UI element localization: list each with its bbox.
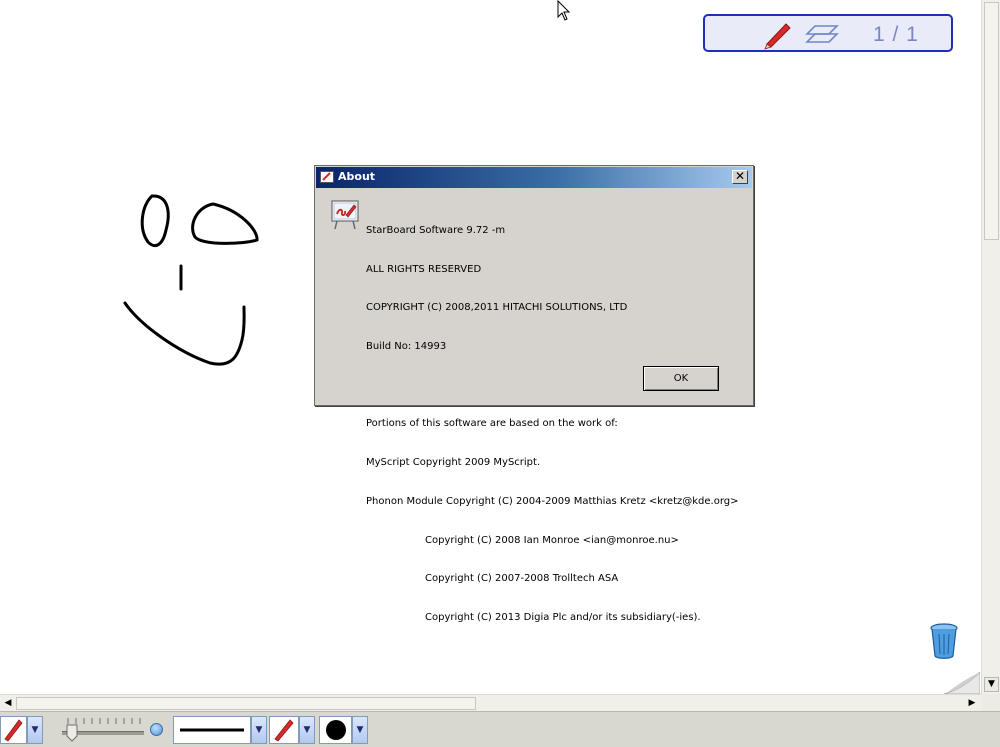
bottom-toolbar: ▼ ▼ ▼ ▼ [0,711,1000,747]
ok-button[interactable]: OK [643,366,719,391]
trash-icon[interactable] [928,620,960,664]
credit-monroe: Copyright (C) 2008 Ian Monroe <ian@monro… [425,534,679,546]
rights-reserved: ALL RIGHTS RESERVED [366,263,482,275]
portions-heading: Portions of this software are based on t… [366,418,618,430]
pen-tool-button[interactable] [0,716,27,744]
drawn-right-eye [191,202,259,245]
starboard-app-icon [331,200,359,234]
dialog-title: About [338,170,376,183]
credit-myscript: MyScript Copyright 2009 MyScript. [366,457,541,469]
credit-digia: Copyright (C) 2013 Digia Plc and/or its … [425,611,701,623]
drawn-mouth [123,301,246,366]
scroll-right-arrow-icon[interactable]: ▶ [965,696,979,711]
pen-tool-dropdown-arrow-icon[interactable]: ▼ [27,716,43,744]
starboard-title-icon [320,170,334,189]
close-button[interactable]: ✕ [732,170,748,184]
about-dialog: About ✕ StarBoard Software 9.72 -m ALL R… [314,165,754,623]
drawn-left-eye [140,194,170,247]
line-style-dropdown-arrow-icon[interactable]: ▼ [251,716,267,744]
about-text: StarBoard Software 9.72 -m ALL RIGHTS RE… [366,199,739,651]
product-version: StarBoard Software 9.72 -m [366,224,506,236]
dialog-titlebar[interactable]: About ✕ [316,167,752,188]
copyright-hitachi: COPYRIGHT (C) 2008,2011 HITACHI SOLUTION… [366,302,628,314]
scrollbar-corner [981,694,1000,711]
build-number: Build No: 14993 [366,340,447,352]
width-slider-thumb[interactable] [66,724,78,742]
pen-icon[interactable] [761,20,795,54]
horizontal-scrollbar[interactable]: ◀ ▶ [0,694,981,712]
pen-color-button[interactable] [269,716,299,744]
vertical-scroll-thumb[interactable] [984,2,999,240]
page-indicator-panel: 1 / 1 [703,14,953,52]
pen-size-button[interactable] [319,716,352,744]
width-preview-dot-icon [150,723,163,736]
scroll-down-arrow-icon[interactable]: ▼ [984,677,999,692]
page-curl-icon[interactable] [943,670,981,698]
vertical-scrollbar[interactable]: ▼ [981,0,1000,694]
credit-phonon: Phonon Module Copyright (C) 2004-2009 Ma… [366,495,739,507]
pen-color-dropdown-arrow-icon[interactable]: ▼ [299,716,315,744]
line-style-button[interactable] [173,716,251,744]
mouse-cursor-icon [557,0,571,26]
page-number-label: 1 / 1 [873,23,919,46]
horizontal-scroll-thumb[interactable] [16,697,476,710]
pen-size-dropdown-arrow-icon[interactable]: ▼ [352,716,368,744]
scroll-left-arrow-icon[interactable]: ◀ [1,696,15,711]
credit-trolltech: Copyright (C) 2007-2008 Trolltech ASA [425,573,619,585]
layers-icon[interactable] [805,22,839,52]
